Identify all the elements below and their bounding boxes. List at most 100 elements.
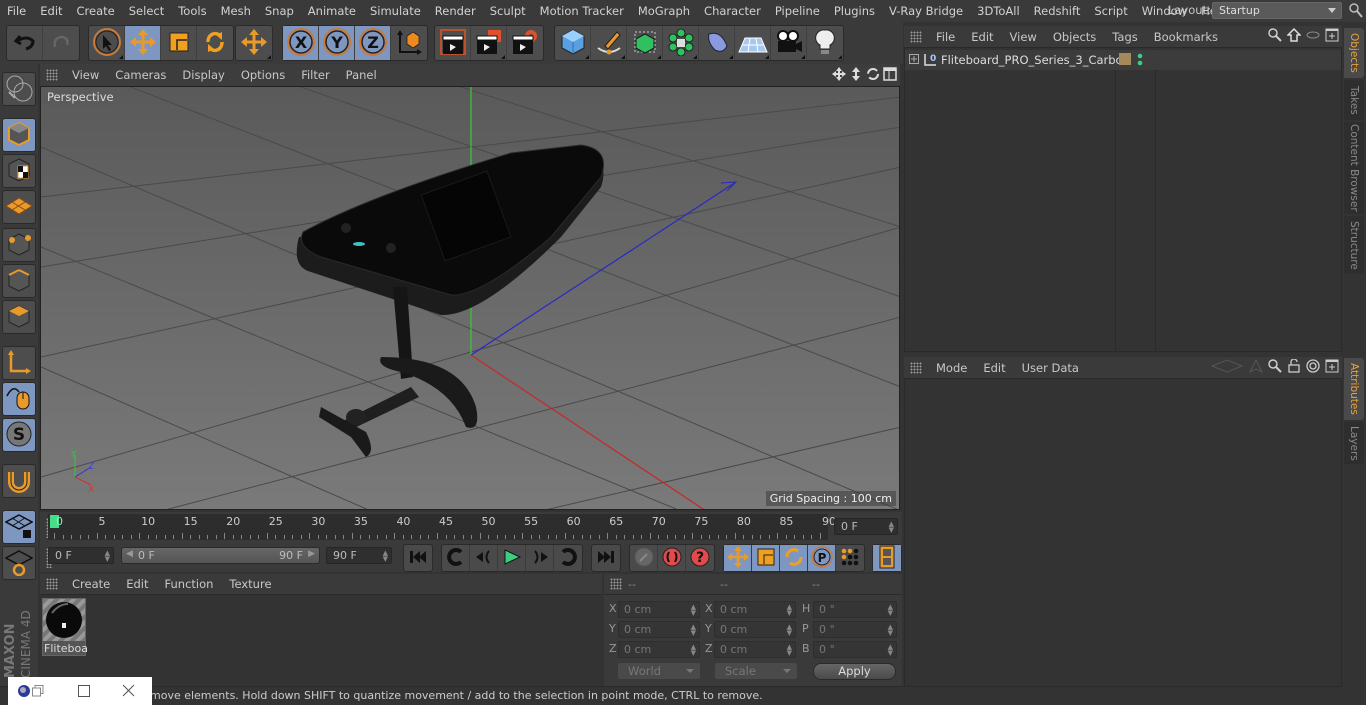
grip-handle[interactable] <box>910 30 922 43</box>
3d-viewport[interactable]: Y Z X Perspective Grid Spacing : 100 cm <box>40 86 900 510</box>
attribute-menu-user-data[interactable]: User Data <box>1014 361 1087 375</box>
spinner-icon[interactable]: ▲ ▼ <box>787 644 792 657</box>
menu-sculpt[interactable]: Sculpt <box>483 4 533 18</box>
object-menu-file[interactable]: File <box>928 30 963 44</box>
menu-mesh[interactable]: Mesh <box>214 4 258 18</box>
object-menu-edit[interactable]: Edit <box>963 30 1001 44</box>
viewport-menu-filter[interactable]: Filter <box>293 68 337 82</box>
viewport-menu-cameras[interactable]: Cameras <box>107 68 174 82</box>
current-frame-field[interactable]: 0 F ▲ ▼ <box>834 518 898 535</box>
material-swatch[interactable]: Fliteboa <box>42 598 88 656</box>
object-menu-tags[interactable]: Tags <box>1104 30 1145 44</box>
size-mode-select[interactable]: Scale <box>715 663 797 679</box>
light-button[interactable] <box>807 26 843 60</box>
grip-handle[interactable] <box>46 578 58 590</box>
snap-button[interactable] <box>2 464 36 498</box>
tab-attributes[interactable]: Attributes <box>1344 358 1364 420</box>
live-selection-button[interactable] <box>89 26 125 60</box>
frame-range-slider[interactable]: ◀ 0 F 90 F ▶ <box>121 547 320 564</box>
edges-mode-button[interactable] <box>2 264 36 298</box>
object-menu-view[interactable]: View <box>1002 30 1045 44</box>
lock-icon[interactable] <box>1287 358 1301 376</box>
grip-handle[interactable] <box>910 361 922 374</box>
object-menu-bookmarks[interactable]: Bookmarks <box>1146 30 1226 44</box>
lock-workplane-button[interactable] <box>2 510 36 544</box>
zoom-view-icon[interactable] <box>849 66 863 84</box>
move-button[interactable] <box>125 26 161 60</box>
size-y-field[interactable]: 0 cm ▲ ▼ <box>714 621 796 638</box>
coordinate-mode-select[interactable]: World <box>618 663 700 679</box>
camera-button[interactable] <box>771 26 807 60</box>
y-axis-button[interactable]: Y <box>319 26 355 60</box>
home-icon[interactable] <box>1286 27 1302 45</box>
spinner-icon[interactable]: ▲ ▼ <box>691 644 696 657</box>
cloner-button[interactable] <box>663 26 699 60</box>
grip-handle[interactable] <box>610 578 622 590</box>
scale-button[interactable] <box>161 26 197 60</box>
viewport-menu-panel[interactable]: Panel <box>338 68 385 82</box>
target-icon[interactable] <box>1306 359 1320 376</box>
size-x-field[interactable]: 0 cm ▲ ▼ <box>714 601 796 618</box>
expand-icon[interactable] <box>909 54 919 67</box>
pen-spline-button[interactable] <box>591 26 627 60</box>
record-disabled-button[interactable] <box>630 545 658 571</box>
range-left-arrow-icon[interactable]: ◀ <box>126 549 133 559</box>
viewport-menu-display[interactable]: Display <box>174 68 232 82</box>
menu-simulate[interactable]: Simulate <box>363 4 428 18</box>
next-frame-button[interactable] <box>526 545 554 571</box>
attribute-menu-mode[interactable]: Mode <box>928 361 975 375</box>
menu-edit[interactable]: Edit <box>33 4 69 18</box>
menu-mograph[interactable]: MoGraph <box>631 4 697 18</box>
up-arrow-icon[interactable] <box>1248 358 1264 376</box>
spinner-icon[interactable]: ▲ ▼ <box>888 644 893 657</box>
viewport-menu-view[interactable]: View <box>64 68 107 82</box>
menu-script[interactable]: Script <box>1087 4 1134 18</box>
visibility-dots-icon[interactable] <box>1137 53 1143 70</box>
material-menu-create[interactable]: Create <box>64 577 118 591</box>
menu-character[interactable]: Character <box>697 4 768 18</box>
key-scale-button[interactable] <box>752 545 780 571</box>
menu-plugins[interactable]: Plugins <box>827 4 882 18</box>
spinner-icon[interactable]: ▲ ▼ <box>691 624 696 637</box>
menu-select[interactable]: Select <box>122 4 171 18</box>
key-parameter-button[interactable]: P <box>808 545 836 571</box>
eye-icon[interactable] <box>1306 28 1320 45</box>
object-name[interactable]: Fliteboard_PRO_Series_3_Carbon <box>941 53 1130 67</box>
object-menu-objects[interactable]: Objects <box>1045 30 1104 44</box>
play-button[interactable] <box>498 545 526 571</box>
start-frame-field[interactable]: 0 F ▲ ▼ <box>48 547 114 564</box>
maximize-view-icon[interactable] <box>883 66 897 84</box>
rotate-view-icon[interactable] <box>866 67 880 84</box>
solo-button[interactable]: S <box>2 418 36 452</box>
close-icon[interactable] <box>122 684 135 700</box>
layout-select[interactable]: Startup <box>1212 2 1342 19</box>
redo-button[interactable] <box>43 26 79 60</box>
position-x-field[interactable]: 0 cm ▲ ▼ <box>618 601 700 618</box>
x-axis-button[interactable]: X <box>283 26 319 60</box>
render-picture-viewer-button[interactable] <box>471 26 507 60</box>
z-axis-button[interactable]: Z <box>355 26 391 60</box>
spinner-icon[interactable]: ▲ ▼ <box>888 624 893 637</box>
rotate-button[interactable] <box>197 26 233 60</box>
timeline-ruler[interactable]: 0 5 10 15 20 25 30 35 40 45 50 55 60 65 70 75 80 85 90 <box>48 514 836 540</box>
end-frame-field[interactable]: 90 F ▲ ▼ <box>326 547 392 564</box>
menu-file[interactable]: File <box>0 4 33 18</box>
menu-render[interactable]: Render <box>428 4 483 18</box>
tab-structure[interactable]: Structure <box>1344 216 1364 274</box>
subdivision-button[interactable] <box>627 26 663 60</box>
layer-color-swatch[interactable] <box>1119 53 1131 65</box>
search-icon[interactable] <box>1268 359 1282 376</box>
material-menu-edit[interactable]: Edit <box>118 577 156 591</box>
key-pla-button[interactable] <box>836 545 864 571</box>
key-rotation-button[interactable] <box>780 545 808 571</box>
position-y-field[interactable]: 0 cm ▲ ▼ <box>618 621 700 638</box>
make-editable-button[interactable] <box>2 72 36 106</box>
key-position-button[interactable] <box>724 545 752 571</box>
tab-objects[interactable]: Objects <box>1344 28 1364 78</box>
menu-create[interactable]: Create <box>70 4 122 18</box>
tab-content-browser[interactable]: Content Browser <box>1344 122 1364 214</box>
tab-takes[interactable]: Takes <box>1344 80 1364 120</box>
spinner-icon[interactable]: ▲ ▼ <box>787 604 792 617</box>
previous-frame-button[interactable] <box>470 545 498 571</box>
attribute-menu-edit[interactable]: Edit <box>975 361 1013 375</box>
